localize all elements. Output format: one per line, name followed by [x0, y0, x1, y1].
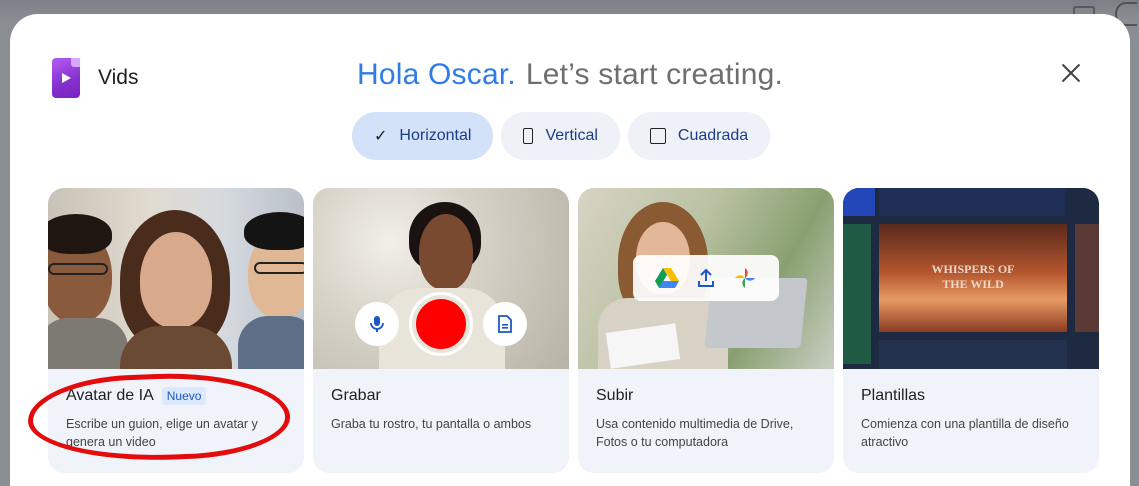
card-ai-avatar[interactable]: Avatar de IA Nuevo Escribe un guion, eli… [48, 188, 304, 473]
format-selector: ✓ Horizontal Vertical Cuadrada [352, 112, 771, 160]
card-title: Subir [596, 387, 634, 404]
greeting-hello: Hola Oscar. [356, 58, 516, 91]
card-record[interactable]: Grabar Graba tu rostro, tu pantalla o am… [313, 188, 569, 473]
microphone-icon [370, 316, 384, 332]
upload-thumbnail [578, 188, 834, 369]
format-horizontal-chip[interactable]: ✓ Horizontal [352, 112, 494, 160]
record-thumbnail [313, 188, 569, 369]
google-drive-icon[interactable] [655, 267, 680, 289]
record-button[interactable] [409, 292, 473, 356]
square-icon [649, 128, 666, 144]
create-dialog: Vids Hola Oscar. Let’s start creating. ✓ … [10, 14, 1130, 486]
format-vertical-chip[interactable]: Vertical [501, 112, 620, 160]
create-options: Avatar de IA Nuevo Escribe un guion, eli… [48, 188, 1099, 473]
card-upload[interactable]: Subir Usa contenido multimedia de Drive,… [578, 188, 834, 473]
template-preview-title: WHISPERS OF THE WILD [931, 262, 1015, 291]
greeting-rest: Let’s start creating. [525, 58, 784, 91]
upload-icon[interactable] [696, 268, 716, 288]
card-description: Graba tu rostro, tu pantalla o ambos [331, 417, 532, 431]
greeting-heading: Hola Oscar. Let’s start creating. [10, 58, 1130, 92]
format-square-chip[interactable]: Cuadrada [627, 112, 771, 160]
upload-sources [633, 255, 779, 301]
card-description: Usa contenido multimedia de Drive, Fotos… [596, 417, 794, 449]
vertical-rect-icon [523, 128, 534, 144]
templates-thumbnail: WHISPERS OF THE WILD [843, 188, 1099, 369]
google-photos-icon[interactable] [733, 266, 757, 290]
card-description: Escribe un guion, elige un avatar y gene… [66, 417, 258, 449]
avatar-thumbnail [48, 188, 304, 369]
card-title: Avatar de IA [66, 387, 154, 404]
card-title: Grabar [331, 387, 381, 404]
new-badge: Nuevo [161, 387, 207, 405]
record-dot-icon [416, 299, 466, 349]
format-label: Cuadrada [677, 127, 749, 144]
document-icon [498, 315, 512, 333]
card-title: Plantillas [861, 387, 926, 404]
format-label: Horizontal [399, 127, 472, 144]
close-icon[interactable] [1060, 62, 1082, 84]
card-templates[interactable]: WHISPERS OF THE WILD Plantillas Comienza… [843, 188, 1099, 473]
card-description: Comienza con una plantilla de diseño atr… [861, 417, 1069, 449]
microphone-button[interactable] [355, 302, 399, 346]
check-icon: ✓ [374, 128, 388, 145]
format-label: Vertical [545, 127, 598, 144]
script-button[interactable] [483, 302, 527, 346]
